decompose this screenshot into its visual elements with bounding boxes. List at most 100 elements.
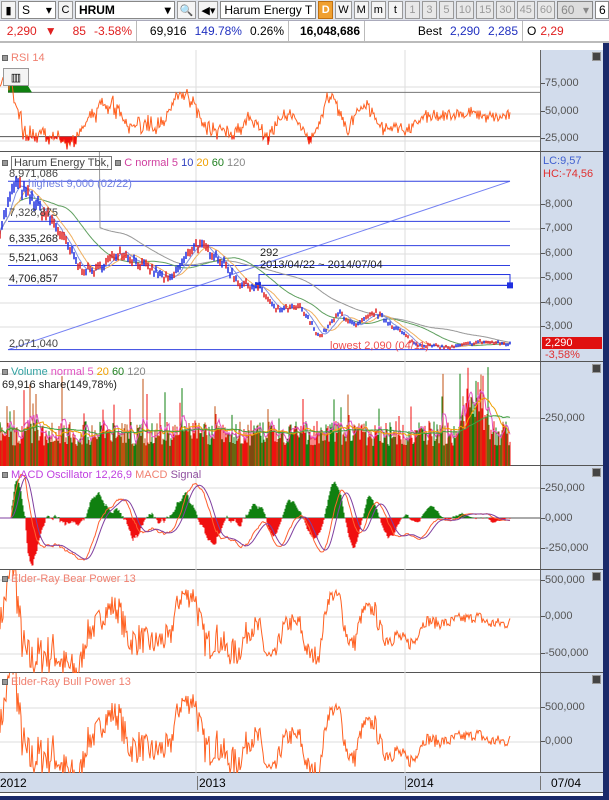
bear-panel: Elder-Ray Bear Power 13 500,000 0,000 -5… [0,570,603,673]
ma-label: C normal 5 [124,157,179,169]
x-label-2012: 2012 [0,776,27,790]
chevron-down-icon: ▾ [164,3,171,17]
chart-window: ▮ S ▾ C HRUM ▾ 🔍 ◀▾ Harum Energy T D W M m… [0,0,609,796]
tick: 0,000 [541,735,573,747]
best-label: Best [417,24,442,38]
macd-legend: MACD Oscillator 12,26,9 MACD Signal [2,469,201,481]
rsi-plot [0,50,540,152]
rsi-axis: 75,000 50,000 25,000 [540,50,603,151]
period-tick[interactable]: t [387,1,403,19]
minute-15[interactable]: 15 [476,1,495,19]
minute-60[interactable]: 60 [536,1,556,19]
level-label: 6,335,268 [9,233,58,245]
macd-title: MACD Oscillator 12,26,9 [11,469,133,481]
bid: 2,290 [449,24,480,38]
period-w[interactable]: W [335,1,352,19]
lc-label: LC:9,57 [543,155,582,167]
minute-select-value: 60 [561,3,575,17]
range-handle [507,282,513,289]
level-label: 5,521,063 [9,252,58,264]
extra-field[interactable]: 6 [595,1,609,19]
search-icon[interactable]: 🔍 [176,1,197,19]
tick: -500,000 [540,647,589,659]
highest-label: highest 9,000 (02/22) [28,178,132,190]
tick: 6,000 [541,247,573,259]
volume-axis: 250,000 [540,362,603,465]
close-icon[interactable] [592,572,601,581]
volume: 69,916 [149,24,187,38]
bull-axis: 500,000 0,000 [540,673,603,772]
tick: 500,000 [541,574,585,586]
rsi-title-text: RSI 14 [11,52,45,64]
open-label: O [527,24,537,38]
panel-toggle-icon[interactable]: ▥ [3,68,29,86]
vol-ma-20: 20 [96,366,109,378]
last-price: 2,290 [6,24,37,38]
toolbar: ▮ S ▾ C HRUM ▾ 🔍 ◀▾ Harum Energy T D W M m… [0,0,609,21]
range-box [258,274,511,286]
last-price-tag: 2,290 [542,337,602,349]
down-arrow-icon: ▼ [44,24,57,38]
vol-ma-60: 60 [111,366,125,378]
symbol-input[interactable]: HRUM ▾ [74,1,175,19]
level-label: 2,071,040 [9,338,58,350]
level-label: 4,706,857 [9,273,58,285]
type-value: S [22,3,31,17]
period-m[interactable]: M [353,1,369,19]
minute-3[interactable]: 3 [421,1,437,19]
ask: 2,285 [487,24,518,38]
bull-plot [0,673,540,773]
tick: 75,000 [541,77,579,89]
volume-summary: 69,916 share(149,78%) [2,379,117,391]
macd-axis: 250,000 0,000 -250,000 [540,466,603,569]
x-label-end: 07/04 [540,776,581,790]
x-label-2014: 2014 [405,776,434,790]
minute-select[interactable]: 60 ▾ [557,1,594,19]
close-icon[interactable] [592,468,601,477]
minute-1[interactable]: 1 [404,1,420,19]
tick: 3,000 [541,320,573,332]
vol-ma-label: normal 5 [50,366,94,378]
tick: 0,000 [541,610,573,622]
close-icon[interactable] [592,364,601,373]
ma-20-line [0,188,510,348]
x-axis: 2012 2013 2014 07/04 [0,773,603,793]
minute-30[interactable]: 30 [496,1,515,19]
range-dates: 2013/04/22 ~ 2014/07/04 [260,259,383,271]
period-min[interactable]: m [370,1,386,19]
ma-10: 10 [181,157,194,169]
quote-bar: 2,290 ▼ 85 -3.58% 69,916 149.78% 0.26% 16,048… [0,21,609,43]
signal-label: Signal [170,469,202,481]
macd-plot [0,466,540,570]
ma-60: 60 [211,157,224,169]
macd-label: MACD [135,469,168,481]
macd-panel: MACD Oscillator 12,26,9 MACD Signal 250,… [0,466,603,570]
bear-legend: Elder-Ray Bear Power 13 [2,573,136,585]
bear-power-line [0,570,511,673]
period-d[interactable]: D [318,1,334,19]
minute-5[interactable]: 5 [438,1,454,19]
last-pct-tag: -3,58% [545,349,580,361]
tick: 8,000 [541,198,573,210]
tick: 250,000 [541,482,585,494]
tick: 250,000 [541,412,585,424]
rsi-panel: RSI 14 ▥ 75,000 50,000 25,000 [0,50,603,152]
volume-legend: Volume normal 5 20 60 120 [2,366,146,378]
lowest-label: lowest 2,090 (04/11) [330,340,429,352]
close-icon[interactable] [592,675,601,684]
rsi-title: RSI 14 [2,52,45,64]
level-label: 7,328,875 [9,207,58,219]
bull-panel: Elder-Ray Bull Power 13 500,000 0,000 [0,673,603,773]
speaker-icon[interactable]: ◀▾ [198,1,219,19]
minute-10[interactable]: 10 [455,1,475,19]
minute-45[interactable]: 45 [516,1,535,19]
close-icon[interactable] [592,52,601,61]
c-button[interactable]: C [57,1,73,19]
type-select[interactable]: S ▾ [18,1,56,19]
bear-title: Elder-Ray Bear Power 13 [11,573,136,585]
book-icon[interactable]: ▮ [1,1,16,19]
open: 2,29 [540,24,564,38]
turnover: 0.26% [249,24,284,38]
symbol-value: HRUM [78,3,115,17]
tick: 0,000 [541,512,573,524]
